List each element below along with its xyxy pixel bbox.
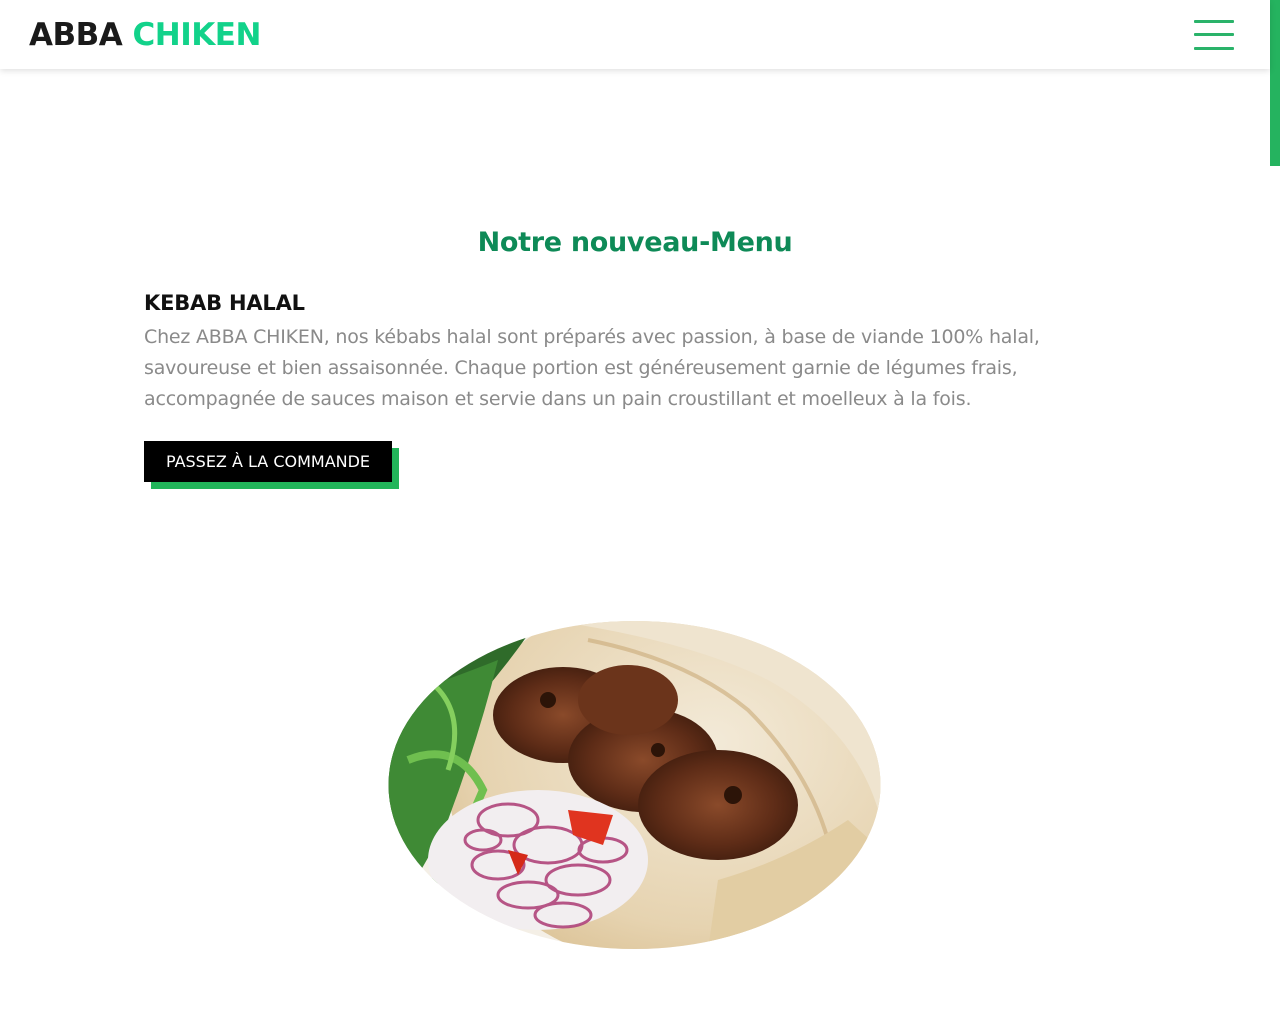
brand-name-primary: ABBA: [29, 16, 123, 53]
menu-bar-middle: [1194, 33, 1234, 36]
scrollbar-thumb[interactable]: [1270, 0, 1280, 166]
hamburger-menu-icon[interactable]: [1194, 18, 1234, 52]
brand-name-accent: CHIKEN: [132, 16, 262, 53]
order-button[interactable]: PASSEZ À LA COMMANDE: [144, 441, 392, 482]
menu-bar-bottom: [1194, 46, 1234, 50]
order-button-group: PASSEZ À LA COMMANDE: [144, 441, 399, 489]
section-title: Notre nouveau-Menu: [477, 227, 793, 258]
top-navbar: ABBA CHIKEN: [0, 0, 1270, 69]
page-scrollbar[interactable]: [1270, 0, 1280, 1023]
brand-logo[interactable]: ABBA CHIKEN: [29, 17, 261, 53]
kebab-dish-photo: [388, 621, 881, 949]
menu-bar-top: [1194, 19, 1234, 23]
menu-item-title: KEBAB HALAL: [144, 291, 305, 315]
menu-item-description: Chez ABBA CHIKEN, nos kébabs halal sont …: [144, 326, 1040, 410]
